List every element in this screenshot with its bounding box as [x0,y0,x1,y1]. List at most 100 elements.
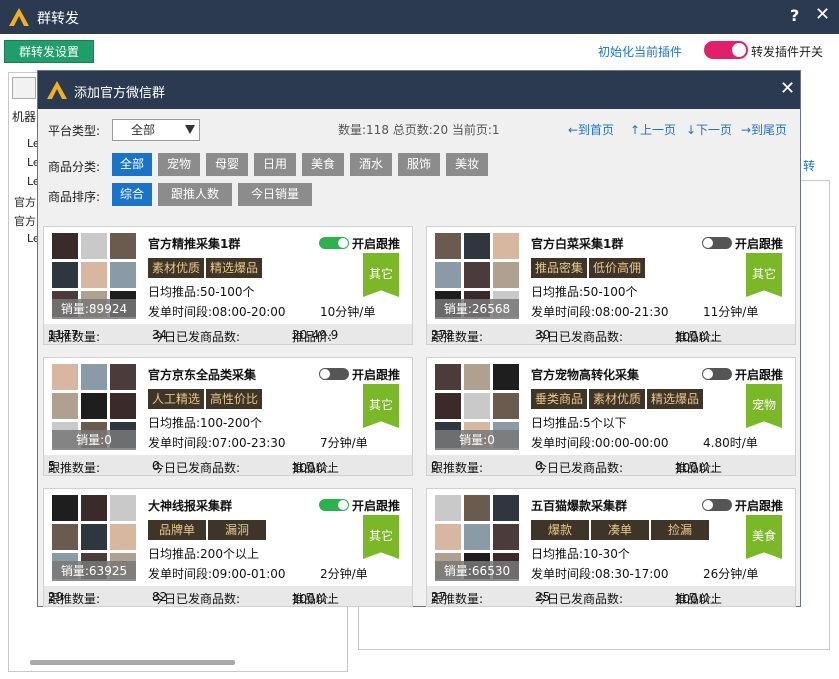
sales-badge: 销量:63925 [52,561,136,581]
posting-time-range: 发单时间段:07:00-23:30 [148,436,286,450]
group-member-avatar [110,233,136,259]
card-footer: 跟推数量: 0 今日已发商品数: 0 推品价: 100以上 [427,455,795,475]
group-tag: 推品密集 [531,258,588,278]
daily-products: 日均推品:5个以下 [531,416,627,430]
group-member-avatar [493,524,519,550]
group-tag: 精选爆品 [206,258,263,278]
forward-plugin-switch[interactable] [704,41,748,59]
category-flag: 宠物 [746,384,782,428]
card-footer: 跟推数量: 1177 今日已发商品数: 34 推品价: 20-49.9 [44,324,412,344]
group-card[interactable]: 销量:26568 官方白菜采集1群 开启跟推 其它 推品密集 低价高佣 日均推品:… [426,226,796,345]
daily-products: 日均推品:200个以上 [148,547,259,561]
group-member-avatar [435,495,461,521]
group-card[interactable]: 销量:66530 五百猫爆款采集群 开启跟推 美食 爆款 凑单 捡漏 日均推品:10… [426,488,796,607]
sort-chip-today-sales[interactable]: 今日销量 [238,183,312,206]
category-chip-clothing[interactable]: 服饰 [398,153,440,176]
group-member-avatar [435,524,461,550]
group-name: 官方精推采集1群 [148,237,241,251]
sort-chip-overall[interactable]: 综合 [112,183,152,206]
window-title-bar: 群转发 ? ✕ [0,0,839,34]
page-stats: 数量:118 总页数:20 当前页:1 [338,123,500,137]
next-page-link[interactable]: ↓下一页 [686,121,732,138]
follow-switch[interactable] [702,499,732,511]
posting-rate: 11分钟/单 [703,305,759,319]
platform-type-label: 平台类型: [48,124,101,138]
sort-label: 商品排序: [48,190,101,204]
category-flag: 其它 [363,384,399,428]
category-chip-food[interactable]: 美食 [302,153,344,176]
category-label: 商品分类: [48,160,101,174]
group-member-avatar [493,495,519,521]
follow-switch[interactable] [319,499,349,511]
follow-switch-label: 开启跟推 [735,237,784,251]
follow-switch[interactable] [319,237,349,249]
group-member-avatar [110,364,136,390]
sort-chip-followers[interactable]: 跟推人数 [158,183,232,206]
last-page-link[interactable]: →到尾页 [741,121,787,138]
posting-rate: 10分钟/单 [320,305,376,319]
group-member-avatar [493,262,519,288]
follow-switch[interactable] [319,368,349,380]
chevron-down-icon [185,125,195,134]
follow-switch-label: 开启跟推 [352,368,401,382]
group-member-avatar [52,393,78,419]
group-card[interactable]: 销量:89924 官方精推采集1群 开启跟推 其它 素材优质 精选爆品 日均推品:… [43,226,413,345]
group-tag: 捡漏 [651,520,709,540]
daily-products: 日均推品:100-200个 [148,416,263,430]
daily-products: 日均推品:10-30个 [531,547,630,561]
group-card[interactable]: 销量:0 官方京东全品类采集 开启跟推 其它 人工精选 高性价比 日均推品:100… [43,357,413,476]
group-name: 官方京东全品类采集 [148,368,257,382]
posting-time-range: 发单时间段:09:00-01:00 [148,567,286,581]
group-card[interactable]: 销量:63925 大神线报采集群 开启跟推 其它 品牌单 漏洞 日均推品:200个… [43,488,413,607]
horizontal-scrollbar[interactable] [30,660,235,665]
group-tags: 推品密集 低价高佣 [531,258,646,278]
group-member-avatar [464,495,490,521]
group-tag: 凑单 [591,520,649,540]
category-chip-beauty[interactable]: 美妆 [446,153,488,176]
group-member-avatar [81,524,107,550]
follow-switch[interactable] [702,237,732,249]
bg-right-link[interactable]: 转 [803,157,815,174]
group-name: 五百猫爆款采集群 [531,499,628,513]
help-button[interactable]: ? [790,6,799,25]
group-member-avatar [110,262,136,288]
group-member-avatar [110,524,136,550]
daily-products: 日均推品:50-100个 [531,285,638,299]
follow-switch-label: 开启跟推 [352,499,401,513]
group-tags: 垂类商品 素材优质 精选爆品 [531,389,704,409]
forward-plugin-switch-label: 转发插件开关 [751,45,824,59]
group-forward-settings-button[interactable]: 群转发设置 [4,40,94,63]
posting-time-range: 发单时间段:08:30-17:00 [531,567,669,581]
group-member-avatar [81,262,107,288]
dialog-close-button[interactable]: ✕ [780,78,795,99]
group-member-avatar [435,262,461,288]
follow-switch-label: 开启跟推 [735,368,784,382]
follow-switch[interactable] [702,368,732,380]
category-chip-pet[interactable]: 宠物 [158,153,200,176]
category-chip-daily[interactable]: 日用 [254,153,296,176]
platform-type-select[interactable]: 全部 [112,119,200,141]
bg-side-item: 官方 [14,215,36,228]
first-page-link[interactable]: ←到首页 [568,121,614,138]
bg-side-item: 官方 [14,196,36,209]
category-chip-liquor[interactable]: 酒水 [350,153,392,176]
category-chip-baby[interactable]: 母婴 [206,153,248,176]
group-tags: 人工精选 高性价比 [148,389,263,409]
prev-page-link[interactable]: ↑上一页 [630,121,676,138]
category-chip-all[interactable]: 全部 [112,153,152,176]
dialog-title: 添加官方微信群 [74,86,166,101]
init-plugin-link[interactable]: 初始化当前插件 [598,43,682,60]
group-member-avatar [52,262,78,288]
bg-tab-robot[interactable]: 机器 [12,108,40,130]
group-member-avatar [464,233,490,259]
group-tag: 低价高佣 [589,258,646,278]
posting-rate: 7分钟/单 [320,436,368,450]
group-member-avatar [52,524,78,550]
wechat-icon[interactable] [12,77,36,99]
group-member-avatar [493,233,519,259]
window-close-button[interactable]: ✕ [815,4,830,25]
group-name: 官方白菜采集1群 [531,237,624,251]
group-card[interactable]: 销量:0 官方宠物高转化采集 开启跟推 宠物 垂类商品 素材优质 精选爆品 日均推品… [426,357,796,476]
posting-time-range: 发单时间段:00:00-00:00 [531,436,669,450]
sales-badge: 销量:0 [52,430,136,450]
